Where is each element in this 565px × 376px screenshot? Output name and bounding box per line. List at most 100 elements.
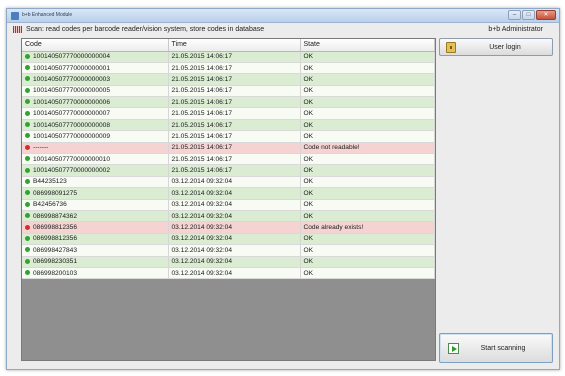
ok-status-icon xyxy=(25,190,30,196)
column-header-time[interactable]: Time xyxy=(168,39,301,52)
column-header-state[interactable]: State xyxy=(300,39,435,52)
table-row[interactable]: 086998230351 03.12.2014 09:32:04 OK xyxy=(22,256,435,268)
table-row[interactable]: 100140507770000000002 21.05.2015 14:06:17… xyxy=(22,164,435,177)
table-row[interactable]: 100140507770000000005 21.05.2015 14:06:17… xyxy=(22,85,435,98)
minimize-icon[interactable]: – xyxy=(508,10,521,20)
time-cell: 03.12.2014 09:32:04 xyxy=(168,199,301,211)
table-row[interactable]: 086998812356 03.12.2014 09:32:04 OK xyxy=(22,233,435,246)
table-row[interactable]: 100140507770000000010 21.05.2015 14:06:17… xyxy=(22,153,435,166)
code-value: 086998812356 xyxy=(33,235,78,243)
table-row[interactable]: 100140507770000000007 21.05.2015 14:06:17… xyxy=(22,107,435,120)
code-cell: ------- xyxy=(22,142,169,155)
ok-status-icon xyxy=(25,178,30,184)
code-cell: 086998812356 xyxy=(22,233,169,246)
code-value: 100140507770000000001 xyxy=(33,64,111,72)
time-cell: 03.12.2014 09:32:04 xyxy=(168,176,301,189)
table-row[interactable]: 100140507770000000006 21.05.2015 14:06:17… xyxy=(22,96,435,109)
time-cell: 03.12.2014 09:32:04 xyxy=(168,187,301,200)
time-cell: 21.05.2015 14:06:17 xyxy=(168,62,301,75)
barcode-icon xyxy=(13,26,22,33)
state-cell: OK xyxy=(300,187,435,200)
code-value: 086998812356 xyxy=(33,224,78,232)
time-cell: 21.05.2015 14:06:17 xyxy=(168,119,301,132)
table-row[interactable]: 100140507770000000004 21.05.2015 14:06:17… xyxy=(22,51,435,63)
state-cell: OK xyxy=(300,153,435,166)
state-cell: Code already exists! xyxy=(300,221,435,234)
time-cell: 21.05.2015 14:06:17 xyxy=(168,153,301,166)
codes-grid[interactable]: Code Time State 100140507770000000004 21.… xyxy=(21,38,436,361)
state-cell: OK xyxy=(300,176,435,189)
time-cell: 21.05.2015 14:06:17 xyxy=(168,73,301,86)
ok-status-icon xyxy=(25,122,30,128)
code-cell: 100140507770000000008 xyxy=(22,119,169,132)
table-row[interactable]: B44235123 03.12.2014 09:32:04 OK xyxy=(22,176,435,189)
code-value: 086998230351 xyxy=(33,258,78,266)
maximize-icon[interactable]: □ xyxy=(522,10,535,20)
time-cell: 03.12.2014 09:32:04 xyxy=(168,244,301,257)
start-scanning-button[interactable]: Start scanning xyxy=(439,333,553,363)
ok-status-icon xyxy=(25,65,30,71)
code-value: 100140507770000000003 xyxy=(33,75,111,83)
state-cell: OK xyxy=(300,256,435,268)
time-cell: 03.12.2014 09:32:04 xyxy=(168,256,301,268)
user-login-label: User login xyxy=(489,44,521,51)
table-row[interactable]: 086998874362 03.12.2014 09:32:04 OK xyxy=(22,210,435,223)
code-cell: 100140507770000000006 xyxy=(22,96,169,109)
column-header-code[interactable]: Code xyxy=(22,39,169,52)
code-cell: 100140507770000000009 xyxy=(22,130,169,143)
time-cell: 21.05.2015 14:06:17 xyxy=(168,85,301,98)
close-icon[interactable]: ✕ xyxy=(536,10,556,20)
table-row[interactable]: ------- 21.05.2015 14:06:17 Code not reada… xyxy=(22,142,435,155)
table-row[interactable]: 100140507770000000009 21.05.2015 14:06:17… xyxy=(22,130,435,143)
code-cell: B42456736 xyxy=(22,199,169,211)
app-window: b+b Enhanced Module – □ ✕ Scan: read cod… xyxy=(6,8,560,370)
table-row[interactable]: 100140507770000000003 21.05.2015 14:06:17… xyxy=(22,73,435,86)
table-row[interactable]: 100140507770000000008 21.05.2015 14:06:17… xyxy=(22,119,435,132)
time-cell: 21.05.2015 14:06:17 xyxy=(168,142,301,155)
time-cell: 21.05.2015 14:06:17 xyxy=(168,96,301,109)
table-row[interactable]: 086998812356 03.12.2014 09:32:04 Code alre… xyxy=(22,221,435,234)
time-cell: 21.05.2015 14:06:17 xyxy=(168,51,301,63)
window-title: b+b Enhanced Module xyxy=(22,12,73,18)
code-value: 086998200103 xyxy=(33,269,78,277)
state-cell: OK xyxy=(300,164,435,177)
ok-status-icon xyxy=(25,201,30,207)
state-cell: OK xyxy=(300,210,435,223)
error-status-icon xyxy=(25,224,30,230)
code-value: 100140507770000000005 xyxy=(33,87,111,95)
ok-status-icon xyxy=(25,247,30,253)
code-cell: 100140507770000000007 xyxy=(22,107,169,120)
code-cell: 100140507770000000010 xyxy=(22,153,169,166)
code-cell: 100140507770000000005 xyxy=(22,85,169,98)
code-value: 100140507770000000006 xyxy=(33,98,111,106)
state-cell: OK xyxy=(300,85,435,98)
state-cell: OK xyxy=(300,73,435,86)
scan-description: Scan: read codes per barcode reader/visi… xyxy=(26,26,265,33)
code-value: 100140507770000000002 xyxy=(33,167,111,175)
start-scanning-label: Start scanning xyxy=(480,345,526,352)
time-cell: 03.12.2014 09:32:04 xyxy=(168,221,301,234)
time-cell: 03.12.2014 09:32:04 xyxy=(168,233,301,246)
time-cell: 03.12.2014 09:32:04 xyxy=(168,267,301,280)
error-status-icon xyxy=(25,144,30,150)
code-value: 100140507770000000009 xyxy=(33,132,111,140)
code-cell: 086998874362 xyxy=(22,210,169,223)
table-row[interactable]: 100140507770000000001 21.05.2015 14:06:17… xyxy=(22,62,435,75)
code-value: 100140507770000000010 xyxy=(33,155,111,163)
table-row[interactable]: B42456736 03.12.2014 09:32:04 OK xyxy=(22,199,435,211)
ok-status-icon xyxy=(25,167,30,173)
state-cell: Code not readable! xyxy=(300,142,435,155)
table-row[interactable]: 086998091275 03.12.2014 09:32:04 OK xyxy=(22,187,435,200)
table-row[interactable]: 086998427843 03.12.2014 09:32:04 OK xyxy=(22,244,435,257)
ok-status-icon xyxy=(25,87,30,93)
ok-status-icon xyxy=(25,235,30,241)
user-login-button[interactable]: User login xyxy=(439,38,553,56)
table-row[interactable]: 086998200103 03.12.2014 09:32:04 OK xyxy=(22,267,435,280)
code-value: B42456736 xyxy=(33,201,67,209)
code-value: 086998091275 xyxy=(33,189,78,197)
title-bar[interactable]: b+b Enhanced Module – □ ✕ xyxy=(7,9,559,23)
code-cell: 086998812356 xyxy=(22,221,169,234)
state-cell: OK xyxy=(300,130,435,143)
ok-status-icon xyxy=(25,110,30,116)
status-header: Scan: read codes per barcode reader/visi… xyxy=(7,24,559,36)
